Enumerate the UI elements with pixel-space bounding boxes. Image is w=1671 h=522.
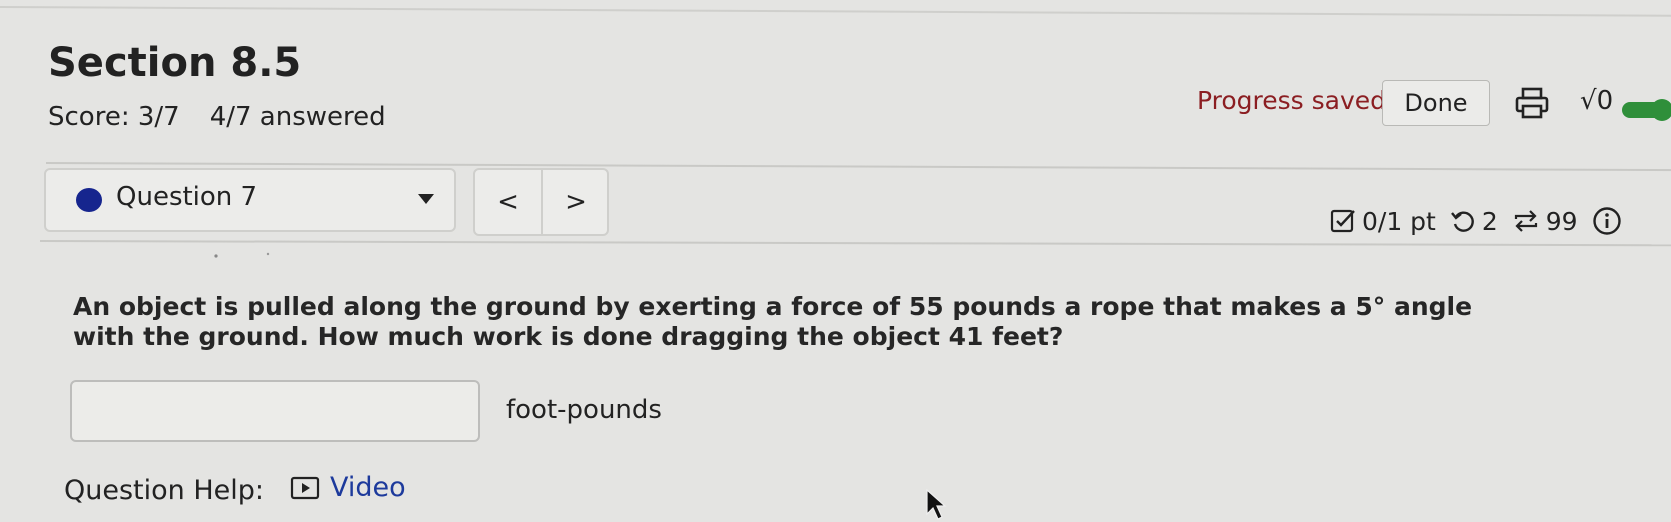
video-link-label[interactable]: Video (330, 472, 406, 503)
question-help-label: Question Help: (64, 475, 264, 506)
video-play-icon (290, 476, 320, 499)
info-icon[interactable] (1592, 206, 1622, 236)
answer-input[interactable] (70, 380, 480, 442)
attempts-item: 99 (1512, 207, 1578, 236)
progress-status: Progress saved (1197, 86, 1387, 115)
score-text: Score: 3/7 (48, 102, 180, 132)
page-title: Section 8.5 (48, 40, 302, 86)
top-divider (0, 6, 1671, 17)
question-meta: 0/1 pt 2 99 (1330, 206, 1636, 236)
answer-units: foot-pounds (506, 395, 662, 425)
video-help-link[interactable]: Video (290, 472, 406, 503)
next-question-button[interactable]: > (543, 170, 609, 234)
info-item[interactable] (1592, 206, 1622, 236)
repeat-icon (1514, 210, 1537, 232)
previous-question-button[interactable]: < (475, 170, 541, 234)
screen-specks (214, 252, 270, 258)
status-dot-icon (76, 188, 102, 212)
retries-count: 2 (1481, 206, 1498, 236)
points-item: 0/1 pt (1330, 207, 1436, 236)
question-select[interactable]: Question 7 (44, 168, 456, 232)
question-divider (39, 240, 1671, 247)
answered-count: 4/7 answered (209, 102, 386, 132)
checkbox-icon (1330, 209, 1355, 233)
retries-item: 2 (1450, 207, 1498, 236)
math-input-toggle-label[interactable]: √0 (1580, 86, 1613, 116)
attempts-count: 99 (1545, 206, 1578, 236)
question-text: An object is pulled along the ground by … (73, 292, 1473, 351)
question-select-label: Question 7 (116, 182, 258, 212)
print-icon[interactable] (1514, 86, 1550, 120)
points-text: 0/1 pt (1362, 206, 1436, 236)
mouse-cursor-icon (926, 488, 947, 520)
score-summary: Score: 3/7 4/7 answered (48, 102, 386, 132)
question-nav-buttons: < > (473, 168, 609, 236)
toggle-switch-icon[interactable] (1620, 98, 1671, 122)
done-button[interactable]: Done (1382, 80, 1490, 126)
undo-icon (1450, 211, 1474, 232)
chevron-down-icon (418, 194, 434, 204)
